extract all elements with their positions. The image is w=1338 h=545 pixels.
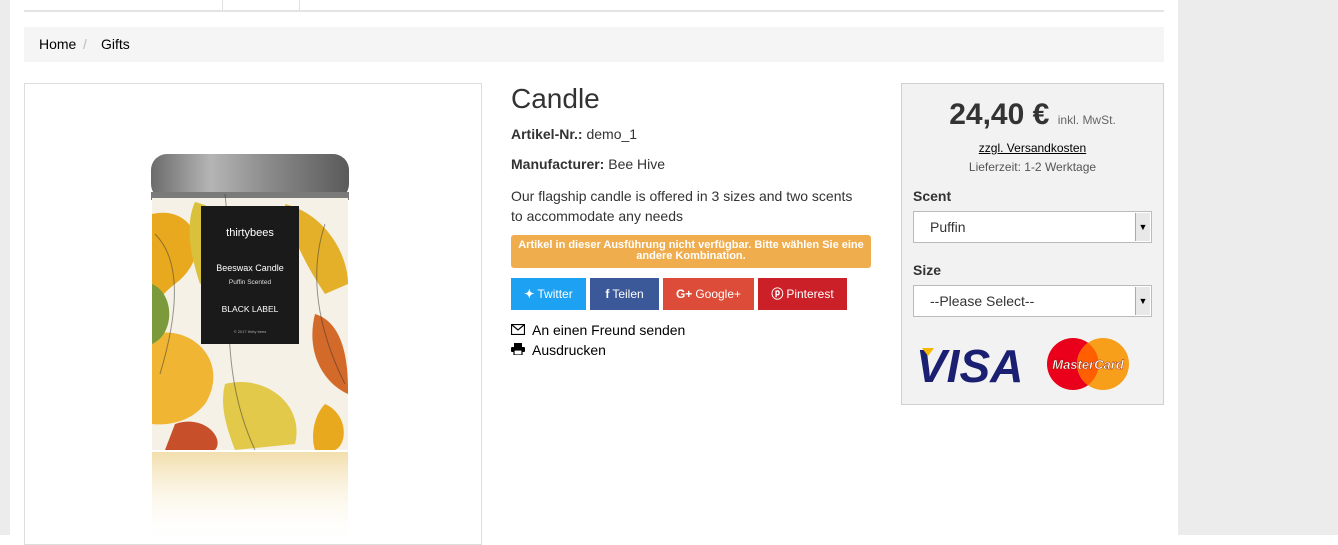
label-line2: Puffin Scented	[229, 279, 272, 286]
label-line4: © 2017 thirty bees	[234, 329, 267, 334]
twitter-share-button[interactable]: ✦ Twitter	[511, 278, 586, 310]
label-line1: Beeswax Candle	[216, 263, 284, 273]
buy-box: 24,40 € inkl. MwSt. zzgl. Versandkosten …	[901, 83, 1164, 405]
pinterest-icon: ⓟ	[771, 287, 784, 301]
send-to-friend-link[interactable]: An einen Freund senden	[510, 321, 686, 339]
pinterest-share-button[interactable]: ⓟ Pinterest	[758, 278, 847, 310]
breadcrumb-separator: /	[83, 36, 87, 52]
pinterest-share-label: Pinterest	[786, 287, 834, 301]
printer-icon	[511, 341, 525, 359]
manufacturer-value[interactable]: Bee Hive	[608, 156, 665, 172]
size-label: Size	[913, 262, 942, 278]
delivery-time: Lieferzeit: 1-2 Werktage	[968, 160, 1097, 174]
label-brand: thirtybees	[226, 227, 274, 239]
product-description: Our flagship candle is offered in 3 size…	[511, 188, 853, 224]
product-title: Candle	[511, 83, 600, 114]
top-menu-divider	[299, 0, 301, 10]
envelope-icon	[510, 321, 526, 339]
print-label: Ausdrucken	[532, 342, 606, 358]
scent-select[interactable]: Puffin ▼	[913, 211, 1152, 243]
facebook-share-button[interactable]: f Teilen	[590, 278, 659, 310]
twitter-icon: ✦	[524, 287, 535, 301]
page-right-gutter	[1178, 0, 1338, 535]
facebook-icon: f	[605, 287, 610, 301]
product-reference: Artikel-Nr.: demo_1	[511, 126, 637, 142]
shipping-link[interactable]: zzgl. Versandkosten	[902, 141, 1163, 155]
top-menu-bar	[24, 0, 1164, 12]
manufacturer-label: Manufacturer:	[511, 156, 605, 172]
size-select-value: --Please Select--	[930, 293, 1035, 309]
facebook-share-label: Teilen	[612, 287, 644, 301]
scent-label: Scent	[913, 188, 952, 204]
google-plus-share-button[interactable]: G+ Google+	[663, 278, 754, 310]
twitter-share-label: Twitter	[537, 287, 573, 301]
reference-label: Artikel-Nr.:	[511, 126, 583, 142]
scent-select-value: Puffin	[930, 219, 966, 235]
breadcrumb-current[interactable]: Gifts	[101, 27, 130, 62]
price-amount: 24,40 €	[949, 98, 1050, 131]
label-line3: BLACK LABEL	[222, 304, 279, 314]
reference-value: demo_1	[586, 126, 638, 142]
send-to-friend-label: An einen Freund senden	[532, 322, 686, 338]
chevron-down-icon: ▼	[1135, 287, 1150, 315]
print-link[interactable]: Ausdrucken	[511, 341, 606, 359]
breadcrumb: Home / Gifts	[24, 27, 1164, 62]
candle-tin-illustration: thirtybees Beeswax Candle Puffin Scented…	[151, 154, 349, 544]
availability-alert: Artikel in dieser Ausführung nicht verfü…	[511, 235, 871, 268]
payment-cards-logo: VISA MasterCard	[916, 338, 1129, 392]
mastercard-logo: MasterCard	[1052, 357, 1125, 372]
product-manufacturer: Manufacturer: Bee Hive	[511, 156, 665, 172]
breadcrumb-home-link[interactable]: Home	[39, 27, 76, 62]
product-info: Candle Artikel-Nr.: demo_1 Manufacturer:…	[510, 83, 871, 358]
price-block: 24,40 € inkl. MwSt.	[902, 98, 1163, 132]
size-select[interactable]: --Please Select-- ▼	[913, 285, 1152, 317]
page-left-gutter	[0, 0, 10, 535]
chevron-down-icon: ▼	[1135, 213, 1150, 241]
tax-note: inkl. MwSt.	[1057, 113, 1116, 127]
visa-logo: VISA	[916, 340, 1023, 392]
google-plus-share-label: Google+	[695, 287, 742, 301]
product-image[interactable]: thirtybees Beeswax Candle Puffin Scented…	[24, 83, 482, 545]
top-menu-tab[interactable]	[222, 0, 299, 10]
google-plus-icon: G+	[675, 287, 693, 301]
